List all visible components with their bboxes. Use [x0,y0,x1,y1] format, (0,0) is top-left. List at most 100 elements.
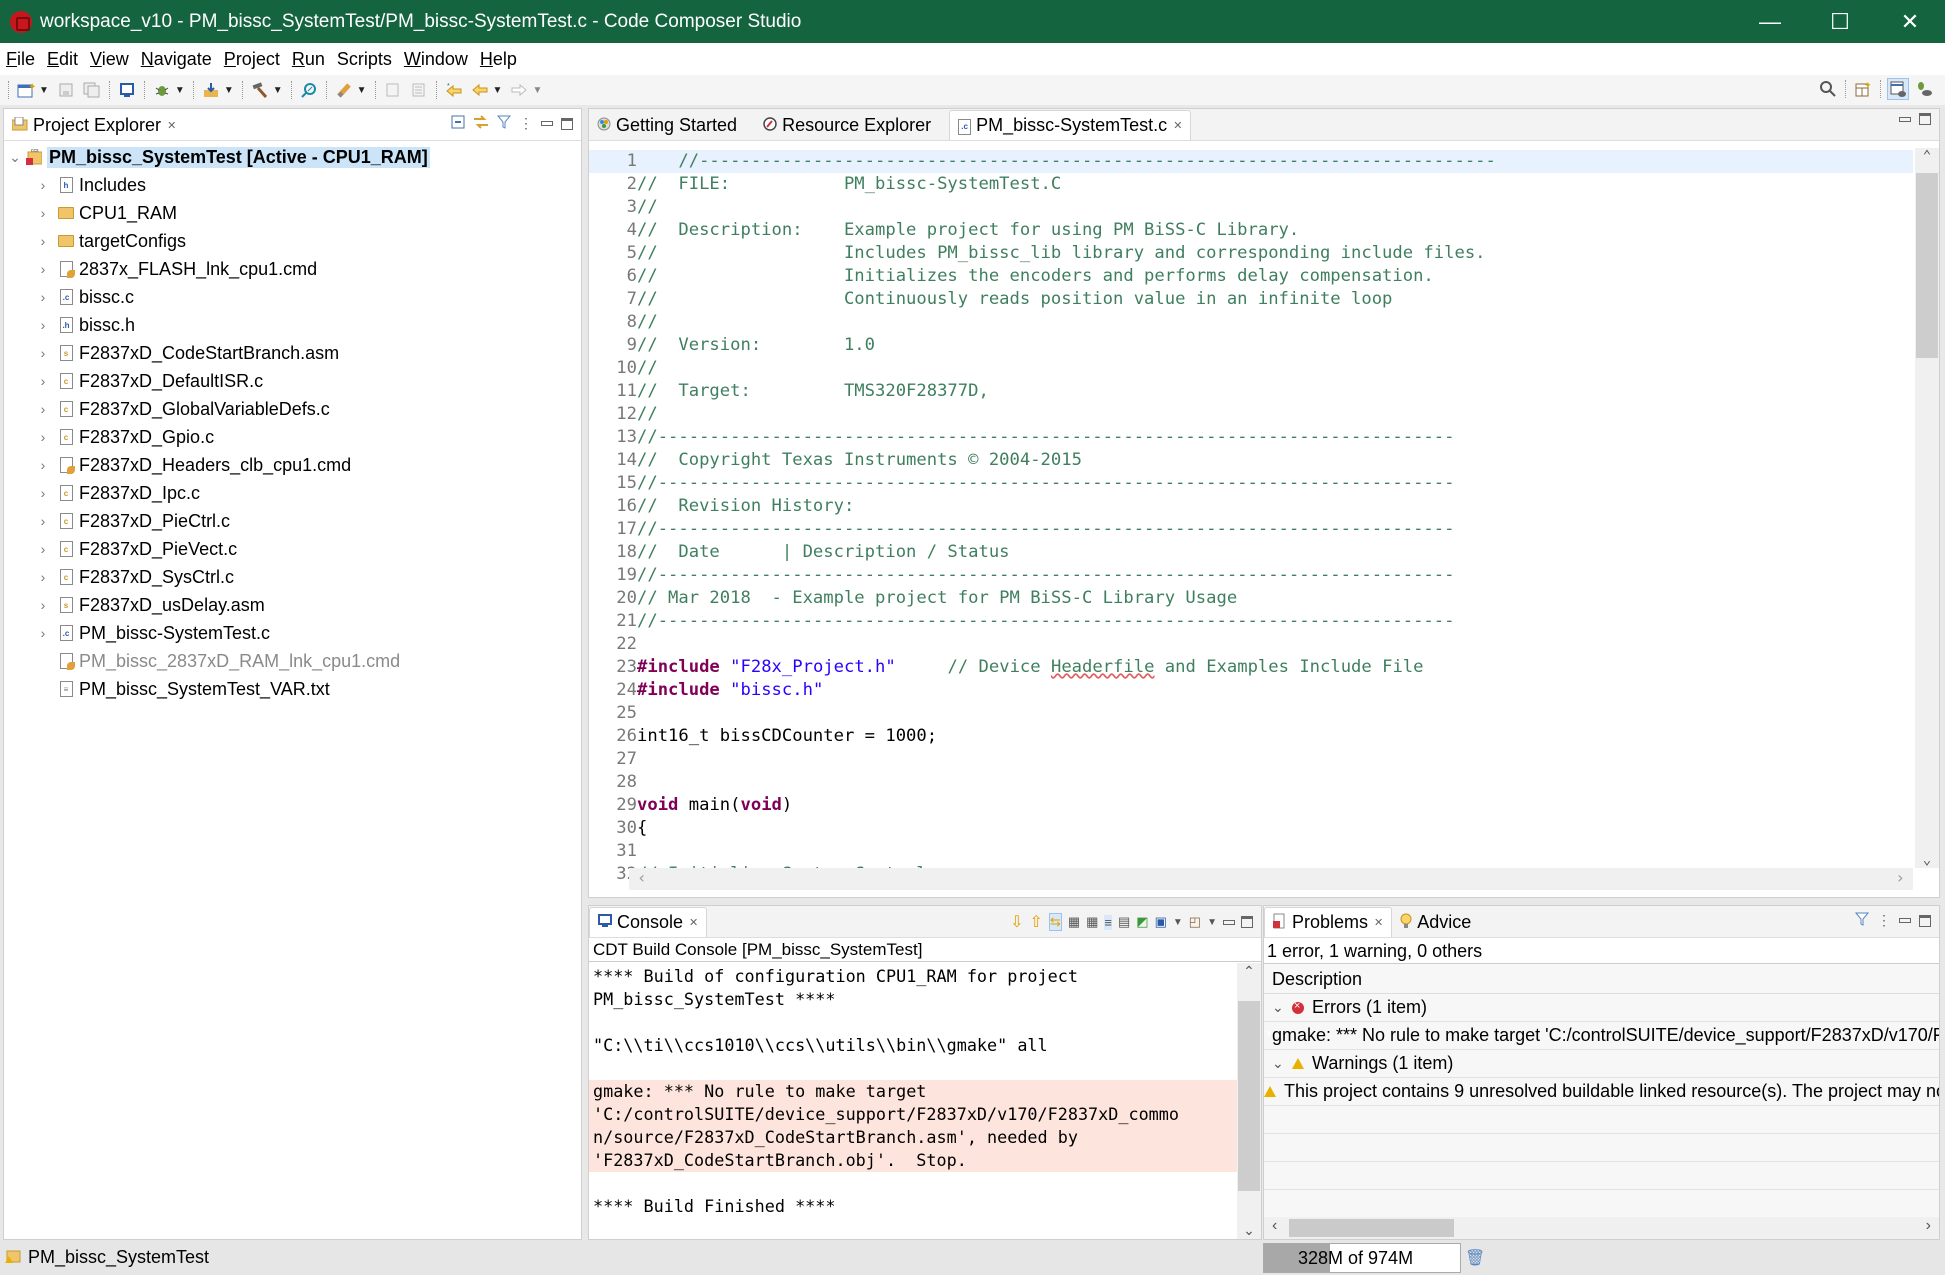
maximize-view-icon[interactable] [1241,916,1253,928]
tab-console[interactable]: Console ✕ [589,907,708,937]
scroll-right-icon[interactable]: › [1895,868,1905,887]
console-output[interactable]: **** Build of configuration CPU1_RAM for… [589,963,1237,1218]
menu-edit[interactable]: Edit [47,49,78,70]
problem-group[interactable]: ⌄ Warnings (1 item) [1264,1050,1939,1078]
word-wrap-icon[interactable]: ≡ [1104,914,1112,930]
chevron-right-icon[interactable]: › [36,457,50,473]
close-tab-icon[interactable]: ✕ [1374,916,1383,929]
tree-item[interactable]: › targetConfigs [4,227,581,255]
menu-file[interactable]: File [6,49,35,70]
menu-help[interactable]: Help [480,49,517,70]
terminal-icon[interactable] [116,79,138,101]
tree-project-node[interactable]: ⌄ ccs PM_bissc_SystemTest [Active - CPU1… [4,143,581,171]
maximize-view-icon[interactable] [1919,914,1931,927]
menu-project[interactable]: Project [224,49,280,70]
debug-dropdown-icon[interactable]: ▼ [175,85,185,96]
menu-window[interactable]: Window [404,49,468,70]
scroll-up-icon[interactable]: ⇧ [1030,912,1043,932]
import-dropdown-icon[interactable]: ▼ [224,85,234,96]
new-dropdown-icon[interactable]: ▼ [39,85,49,96]
clear-console-icon[interactable]: ▤ [1118,914,1130,930]
scroll-up-icon[interactable]: ⌃ [1915,148,1939,172]
display-console-icon[interactable]: ▣ [1155,914,1167,930]
build-dropdown-icon[interactable]: ▼ [273,85,283,96]
tree-item[interactable]: › c F2837xD_PieVect.c [4,535,581,563]
tree-item[interactable]: › c F2837xD_SysCtrl.c [4,563,581,591]
save-icon[interactable] [55,79,77,101]
console-scroll-thumb[interactable] [1238,1001,1260,1191]
back-dropdown-icon[interactable]: ▼ [493,85,503,96]
last-edit-icon[interactable]: * [443,79,465,101]
collapse-all-icon[interactable] [451,115,465,132]
scroll-down-icon[interactable]: ⇩ [1010,912,1023,932]
new-console-dropdown-icon[interactable]: ▼ [1207,917,1217,928]
filter-icon[interactable] [496,115,512,132]
tree-item[interactable]: › .c PM_bissc-SystemTest.c [4,619,581,647]
chevron-down-icon[interactable]: ⌄ [1272,1055,1292,1072]
chevron-right-icon[interactable]: › [36,485,50,501]
problem-item[interactable]: gmake: *** No rule to make target 'C:/co… [1264,1022,1939,1050]
scroll-down-icon[interactable]: ⌄ [1237,1222,1261,1239]
flash-icon[interactable] [333,79,355,101]
tab-getting-started[interactable]: Getting Started [589,110,745,140]
tree-item[interactable]: › s F2837xD_usDelay.asm [4,591,581,619]
forward-dropdown-icon[interactable]: ▼ [532,85,542,96]
scroll-left-icon[interactable]: ‹ [637,868,647,887]
build-hammer-icon[interactable] [249,79,271,101]
tree-item[interactable]: PM_bissc_2837xD_RAM_lnk_cpu1.cmd [4,647,581,675]
maximize-button[interactable]: ☐ [1805,0,1875,43]
menu-scripts[interactable]: Scripts [337,49,392,70]
minimize-button[interactable]: — [1735,0,1805,43]
minimize-editor-icon[interactable] [1899,116,1911,122]
scroll-lock-icon[interactable]: ⇆ [1048,913,1062,931]
view-menu-icon[interactable]: ⋮ [519,115,533,132]
tree-item[interactable]: › s F2837xD_CodeStartBranch.asm [4,339,581,367]
tree-item[interactable]: › c F2837xD_GlobalVariableDefs.c [4,395,581,423]
link-with-editor-icon[interactable] [473,115,489,132]
view-menu-icon[interactable]: ⋮ [1877,912,1891,929]
tree-item[interactable]: › .h bissc.h [4,311,581,339]
problem-group[interactable]: ⌄ Errors (1 item) [1264,994,1939,1022]
chevron-right-icon[interactable]: › [36,317,50,333]
tab-project-explorer[interactable]: Project Explorer ✕ [4,110,185,140]
forward-icon[interactable] [508,79,530,101]
column-header-description[interactable]: Description [1264,964,1939,994]
tree-item[interactable]: › F2837xD_Headers_clb_cpu1.cmd [4,451,581,479]
prev-annotation-icon[interactable] [408,79,430,101]
minimize-view-icon[interactable] [1223,919,1235,925]
chevron-right-icon[interactable]: › [36,289,50,305]
debug-icon[interactable] [151,79,173,101]
tree-item[interactable]: › CPU1_RAM [4,199,581,227]
search-icon[interactable] [1817,78,1839,100]
tree-item[interactable]: › c F2837xD_PieCtrl.c [4,507,581,535]
tree-item[interactable]: › c F2837xD_DefaultISR.c [4,367,581,395]
chevron-down-icon[interactable]: ⌄ [8,149,22,166]
tab-problems[interactable]: Problems ✕ [1264,907,1393,937]
tree-item[interactable]: ≡ PM_bissc_SystemTest_VAR.txt [4,675,581,703]
close-tab-icon[interactable]: ✕ [689,916,698,929]
problems-horizontal-scrollbar[interactable]: ‹ › [1264,1217,1939,1239]
tree-item[interactable]: › 2837x_FLASH_lnk_cpu1.cmd [4,255,581,283]
tab-resource-explorer[interactable]: Resource Explorer [755,110,939,140]
next-annotation-icon[interactable] [382,79,404,101]
editor-vertical-scrollbar[interactable]: ⌃ ⌄ [1915,148,1939,868]
chevron-right-icon[interactable]: › [36,345,50,361]
scroll-up-icon[interactable]: ⌃ [1237,963,1261,987]
console-vertical-scrollbar[interactable]: ⌃ ⌄ [1237,963,1261,1239]
chevron-right-icon[interactable]: › [36,625,50,641]
close-tab-icon[interactable]: ✕ [167,119,176,132]
ccs-debug-perspective-icon[interactable] [1913,78,1935,100]
problem-item[interactable]: This project contains 9 unresolved build… [1264,1078,1939,1106]
scroll-right-icon[interactable]: › [1926,1217,1931,1235]
editor-horizontal-scrollbar[interactable]: ‹ › [629,868,1913,890]
import-icon[interactable] [200,79,222,101]
garbage-collect-icon[interactable]: 🗑 [1465,1248,1485,1268]
menu-run[interactable]: Run [292,49,325,70]
editor-scroll-thumb[interactable] [1916,173,1938,358]
tree-item[interactable]: › h Includes [4,171,581,199]
new-icon[interactable]: ✦ [15,79,37,101]
maximize-editor-icon[interactable] [1919,113,1931,125]
pin-console-icon[interactable]: ▦ [1068,914,1080,930]
tab-pm-bissc-systemtest-c[interactable]: .c PM_bissc-SystemTest.c ✕ [949,110,1192,140]
tree-item[interactable]: › c F2837xD_Gpio.c [4,423,581,451]
